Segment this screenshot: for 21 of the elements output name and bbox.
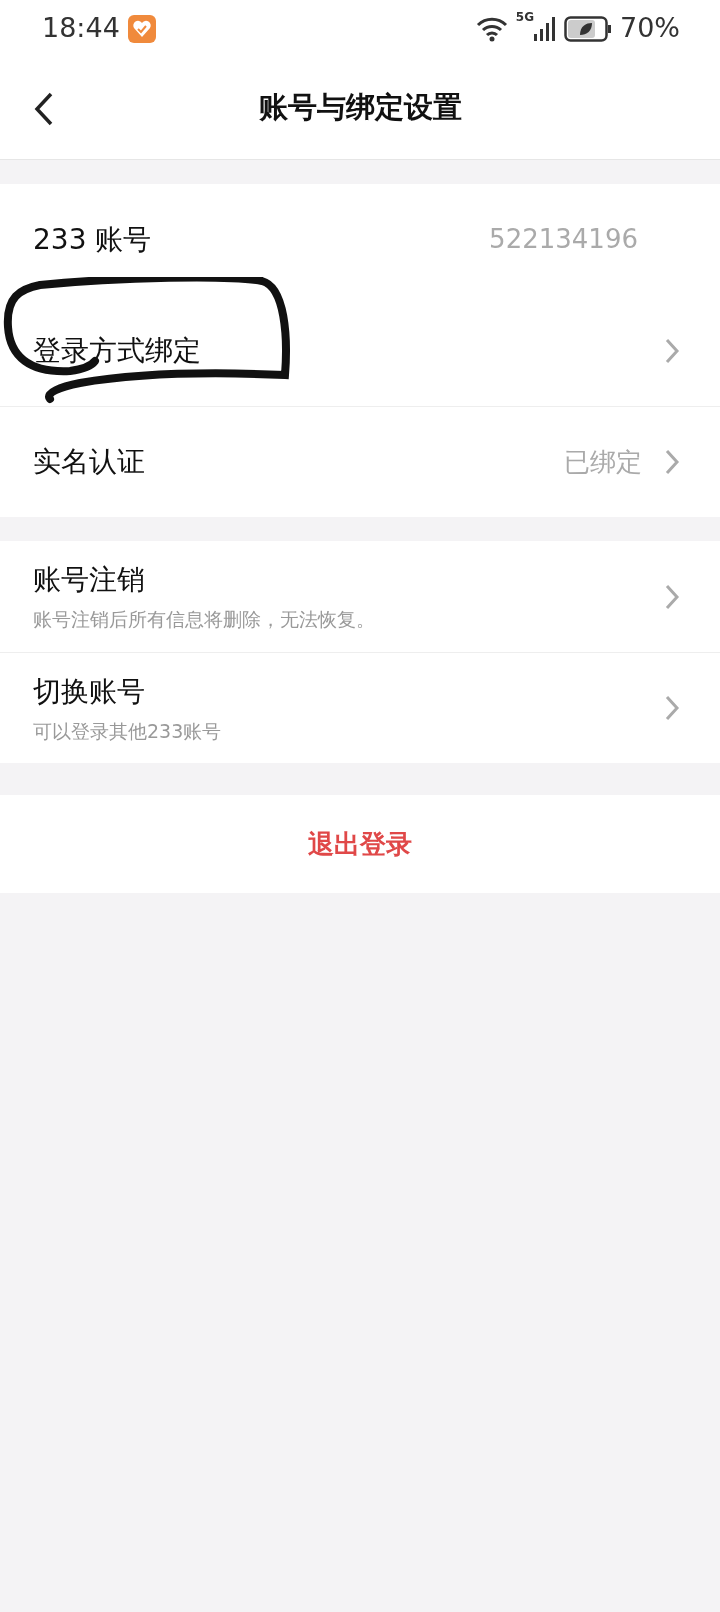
- settings-row[interactable]: 233 账号 522134196: [0, 184, 720, 295]
- chevron-icon: [664, 448, 680, 476]
- row-label: 账号注销: [33, 562, 146, 599]
- row-value: 522134196: [489, 223, 638, 256]
- row-subtitle: 账号注销后所有信息将删除，无法恢复。: [33, 607, 375, 633]
- row-label: 233 账号: [33, 221, 152, 258]
- chevron-icon: [664, 694, 680, 722]
- network-text: 5G: [515, 8, 534, 26]
- chevron-icon: [664, 336, 680, 365]
- battery-text: 70%: [620, 10, 680, 45]
- chevron-icon: [664, 582, 680, 611]
- row-value: 已绑定: [564, 445, 642, 479]
- logout-button[interactable]: 退出登录: [0, 795, 720, 893]
- settings-row[interactable]: 切换账号 可以登录其他233账号: [0, 652, 720, 763]
- row-subtitle: 可以登录其他233账号: [33, 718, 222, 744]
- page-title: 账号与绑定设置: [258, 88, 462, 126]
- row-label: 实名认证: [33, 444, 145, 480]
- row-label: 切换账号: [33, 673, 146, 710]
- clock-text: 18:44: [42, 10, 120, 45]
- settings-row[interactable]: 实名认证 已绑定: [0, 406, 720, 517]
- settings-row[interactable]: 账号注销 账号注销后所有信息将删除，无法恢复。: [0, 541, 720, 652]
